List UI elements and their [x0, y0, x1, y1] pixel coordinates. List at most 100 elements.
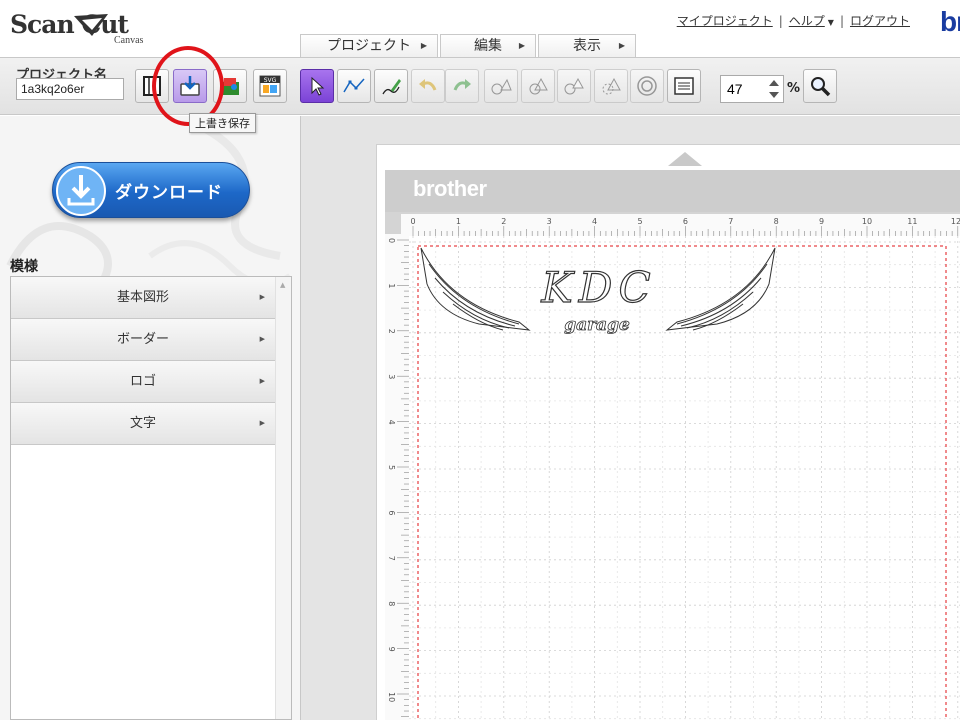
pattern-section-label: 模様 [10, 259, 38, 275]
outline-button[interactable] [630, 69, 664, 103]
undo-button[interactable] [411, 69, 445, 103]
zoom-button[interactable] [803, 69, 837, 103]
shape-c-icon [564, 77, 584, 95]
ruler-left-label: 7 [387, 556, 396, 561]
ruler-top-label: 5 [637, 217, 642, 226]
ruler-top-label: 10 [862, 217, 872, 226]
chevron-right-icon: ▶ [420, 41, 427, 50]
ruler-top-label: 1 [456, 217, 461, 226]
select-tool-button[interactable] [300, 69, 334, 103]
redo-button[interactable] [445, 69, 479, 103]
shape-tool-d-button[interactable] [594, 69, 628, 103]
top-ruler: 0 1 2 3 4 5 6 7 8 9 10 11 12" [401, 214, 960, 236]
zoom-unit: % [787, 81, 801, 96]
pattern-item-logo[interactable]: ロゴ ▶ [11, 361, 275, 403]
svg-import-button[interactable]: SVG [253, 69, 287, 103]
ruler-left-label: 9 [387, 647, 396, 652]
ruler-top-label: 9 [819, 217, 824, 226]
logo-mark-icon [74, 14, 108, 36]
link-separator: | [778, 13, 783, 28]
scroll-up-icon[interactable]: ▲ [280, 281, 285, 289]
pattern-item-text[interactable]: 文字 ▶ [11, 403, 275, 445]
list-item-label: ボーダー [116, 332, 169, 347]
kdc-garage-design[interactable]: KDC garage [419, 244, 779, 354]
ruler-left-label: 1 [387, 283, 396, 288]
tab-label: プロジェクト [327, 38, 411, 54]
chevron-down-icon: ▼ [827, 18, 834, 27]
design-title-text: KDC [540, 263, 656, 312]
mat-feed-arrow-icon [668, 152, 702, 166]
ruler-left-label: 2 [387, 329, 396, 334]
ruler-top-label: 3 [547, 217, 552, 226]
chevron-right-icon: ▶ [259, 419, 265, 427]
properties-icon [674, 77, 694, 95]
zoom-spinner[interactable] [766, 77, 782, 101]
svg-import-icon: SVG [259, 75, 281, 97]
toolbar: プロジェクト名 SVG [0, 57, 960, 115]
shape-a-icon [491, 78, 512, 95]
download-button[interactable]: ダウンロード [52, 162, 250, 218]
shape-b-icon [529, 77, 548, 95]
ruler-top-label: 7 [728, 217, 733, 226]
pattern-list: 基本図形 ▶ ボーダー ▶ ロゴ ▶ 文字 ▶ ▲ [10, 276, 292, 720]
ruler-top-label: 0 [410, 217, 415, 226]
brother-brand-logo: br [940, 6, 960, 37]
link-separator: | [839, 13, 844, 28]
project-name-input[interactable] [16, 78, 124, 100]
download-label: ダウンロード [115, 183, 223, 203]
redo-icon [453, 79, 471, 91]
ruler-top-label: 12" [951, 217, 960, 226]
menu-tabs: プロジェクト ▶ 編集 ▶ 表示 ▶ [300, 34, 638, 58]
chevron-right-icon: ▶ [259, 293, 265, 301]
scancut-canvas-app: Scan Cut Canvas マイプロジェクト | ヘルプ ▼ | ログアウト … [0, 0, 960, 720]
my-projects-link[interactable]: マイプロジェクト [677, 12, 773, 29]
pattern-item-basic-shapes[interactable]: 基本図形 ▶ [11, 277, 275, 319]
top-links: マイプロジェクト | ヘルプ ▼ | ログアウト [677, 12, 910, 29]
draw-pen-button[interactable] [374, 69, 408, 103]
tab-edit[interactable]: 編集 ▶ [440, 34, 536, 58]
chevron-right-icon: ▶ [618, 41, 625, 50]
ruler-left-label: 5 [387, 465, 396, 470]
list-item-label: 文字 [129, 416, 156, 431]
chevron-right-icon: ▶ [259, 335, 265, 343]
left-panel: ダウンロード 模様 基本図形 ▶ ボーダー ▶ ロゴ ▶ 文字 ▶ ▲ [0, 116, 300, 720]
design-sub-text: garage [564, 315, 630, 335]
list-item-label: 基本図形 [116, 290, 169, 305]
pattern-list-scrollbar[interactable]: ▲ [275, 277, 291, 719]
ruler-left-label: 8 [387, 601, 396, 606]
ruler-left-label: 6 [387, 510, 396, 515]
ruler-top-label: 6 [683, 217, 688, 226]
shape-tool-a-button[interactable] [484, 69, 518, 103]
shape-tool-c-button[interactable] [557, 69, 591, 103]
tab-view[interactable]: 表示 ▶ [538, 34, 636, 58]
ruler-top-label: 11 [907, 217, 917, 226]
list-item-label: ロゴ [129, 374, 156, 389]
chevron-right-icon: ▶ [518, 41, 525, 50]
scancut-logo[interactable]: Scan Cut Canvas [10, 8, 170, 48]
node-edit-button[interactable] [337, 69, 371, 103]
properties-button[interactable] [667, 69, 701, 103]
draw-pen-icon [382, 79, 401, 95]
outline-icon [637, 76, 657, 96]
left-ruler: 0 1 2 3 4 5 6 7 8 9 10 [385, 234, 409, 720]
mat-header: brother [385, 170, 960, 212]
ruler-top-label: 2 [501, 217, 506, 226]
pattern-item-border[interactable]: ボーダー ▶ [11, 319, 275, 361]
mat-brand: brother [413, 176, 487, 201]
undo-icon [419, 79, 437, 91]
shape-tool-b-button[interactable] [521, 69, 555, 103]
canvas-area[interactable]: brother 0 1 2 3 4 5 6 7 8 9 10 11 12" 0 1 2 3 4 5 6 7 8 9 10 [300, 116, 960, 720]
node-edit-icon [343, 78, 365, 93]
svg-badge-text: SVG [264, 77, 277, 84]
design-grid[interactable]: KDC garage [409, 236, 960, 720]
help-link[interactable]: ヘルプ ▼ [789, 12, 834, 29]
ruler-left-label: 3 [387, 374, 396, 379]
ruler-top-label: 4 [592, 217, 597, 226]
ruler-left-label: 10 [387, 692, 396, 702]
tab-project[interactable]: プロジェクト ▶ [300, 34, 438, 58]
logo-sub: Canvas [114, 35, 144, 46]
ruler-top-label: 8 [774, 217, 779, 226]
zoom-magnifier-icon [811, 77, 831, 97]
logout-link[interactable]: ログアウト [850, 12, 910, 29]
ruler-left-label: 0 [387, 238, 396, 243]
